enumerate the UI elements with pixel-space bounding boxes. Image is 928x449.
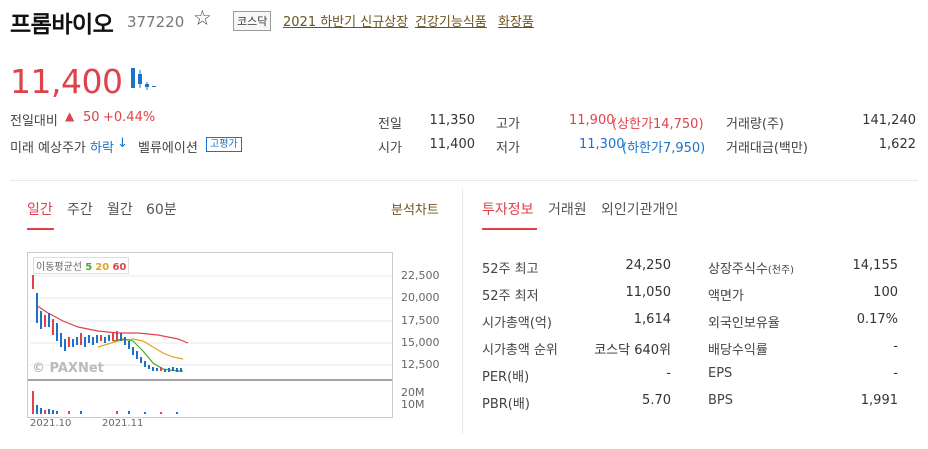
tab-daily[interactable]: 일간 bbox=[27, 199, 53, 219]
info-value: 14,155 bbox=[852, 258, 899, 273]
change-value: 50 bbox=[83, 110, 100, 125]
info-label: EPS bbox=[708, 366, 733, 381]
tag-cosmetics[interactable]: 화장품 bbox=[498, 11, 534, 30]
tag-health-food[interactable]: 건강기능식품 bbox=[415, 11, 487, 30]
tab-60min[interactable]: 60분 bbox=[146, 199, 177, 219]
analysis-chart-link[interactable]: 분석차트 bbox=[391, 199, 439, 218]
info-value: 1,614 bbox=[633, 312, 671, 327]
lower-limit: (하한가7,950) bbox=[622, 141, 706, 156]
favorite-star-icon[interactable]: ☆ bbox=[193, 7, 212, 29]
low-label: 저가 bbox=[496, 141, 520, 156]
paxnet-watermark: © PAXNet bbox=[32, 361, 104, 376]
info-value: 11,050 bbox=[625, 285, 672, 300]
vertical-divider bbox=[462, 188, 463, 434]
info-value: 1,991 bbox=[860, 393, 898, 408]
future-price-label: 미래 예상주가 bbox=[10, 141, 86, 156]
info-label: 시가총액(억) bbox=[482, 316, 552, 331]
volume-label: 거래량(주) bbox=[726, 117, 784, 132]
info-value: - bbox=[666, 366, 671, 381]
ma-legend: 이동평균선 5 20 60 bbox=[33, 257, 130, 274]
volume-value: 141,240 bbox=[862, 113, 916, 128]
tab-weekly[interactable]: 주간 bbox=[67, 199, 93, 219]
info-value: - bbox=[893, 366, 898, 381]
info-label: 배당수익률 bbox=[708, 343, 768, 358]
high-label: 고가 bbox=[496, 117, 520, 132]
change-label: 전일대비 bbox=[10, 114, 58, 129]
info-label: PER(배) bbox=[482, 370, 530, 385]
y-tick-12500: 12,500 bbox=[401, 358, 440, 371]
vol-tick-10m: 10M bbox=[401, 398, 425, 411]
market-tag: 코스닥 bbox=[233, 11, 272, 31]
y-tick-17500: 17,500 bbox=[401, 314, 440, 327]
high-value: 11,900 bbox=[569, 113, 615, 128]
info-value: 24,250 bbox=[625, 258, 672, 273]
y-tick-15000: 15,000 bbox=[401, 336, 440, 349]
mini-candle-chart-icon[interactable] bbox=[130, 66, 160, 92]
change-pct: +0.44% bbox=[103, 110, 156, 125]
trade-amount-value: 1,622 bbox=[878, 137, 916, 152]
info-label: 외국인보유율 bbox=[708, 316, 780, 331]
change-up-arrow-icon: ▲ bbox=[65, 109, 75, 123]
prev-close-label: 전일 bbox=[378, 117, 402, 132]
info-label: 상장주식수(천주) bbox=[708, 262, 795, 277]
info-label: 52주 최저 bbox=[482, 289, 539, 304]
x-tick-2021-10: 2021.10 bbox=[30, 418, 72, 429]
info-value: 100 bbox=[873, 285, 898, 300]
tab-monthly[interactable]: 월간 bbox=[107, 199, 133, 219]
prev-close-value: 11,350 bbox=[429, 113, 476, 128]
info-value: - bbox=[893, 339, 898, 354]
info-value: 0.17% bbox=[856, 312, 898, 327]
current-price: 11,400 bbox=[10, 62, 123, 101]
trade-amount-label: 거래대금(백만) bbox=[726, 141, 808, 156]
info-label: PBR(배) bbox=[482, 397, 530, 412]
ma-label: 이동평균선 bbox=[36, 262, 82, 273]
upper-limit: (상한가14,750) bbox=[612, 117, 704, 132]
future-price-value[interactable]: 하락 bbox=[90, 137, 114, 156]
stock-name: 프롬바이오 bbox=[10, 12, 114, 38]
active-tab-underline bbox=[27, 228, 54, 230]
divider bbox=[10, 180, 918, 181]
info-value: 5.70 bbox=[642, 393, 671, 408]
low-value: 11,300 bbox=[579, 137, 625, 152]
tab-investment-info[interactable]: 투자정보 bbox=[482, 199, 534, 219]
info-value: 코스닥 640위 bbox=[594, 343, 671, 358]
open-label: 시가 bbox=[378, 141, 402, 156]
info-label: 시가총액 순위 bbox=[482, 343, 558, 358]
stock-code: 377220 bbox=[127, 13, 185, 31]
tab-brokers[interactable]: 거래원 bbox=[548, 199, 587, 219]
ma-20-label: 20 bbox=[95, 262, 110, 273]
open-value: 11,400 bbox=[429, 137, 476, 152]
ma-60-label: 60 bbox=[112, 262, 127, 273]
info-tab-underline bbox=[482, 228, 537, 230]
y-tick-22500: 22,500 bbox=[401, 269, 440, 282]
tab-foreign-institution[interactable]: 외인기관개인 bbox=[601, 199, 678, 219]
tag-new-listing[interactable]: 2021 하반기 신규상장 bbox=[283, 11, 408, 30]
price-chart[interactable]: 이동평균선 5 20 60 22,500 20,000 17,500 15,00… bbox=[27, 252, 440, 418]
y-tick-20000: 20,000 bbox=[401, 291, 440, 304]
ma-5-label: 5 bbox=[85, 262, 93, 273]
info-label: 52주 최고 bbox=[482, 262, 539, 277]
x-tick-2021-11: 2021.11 bbox=[102, 418, 144, 429]
valuation-badge[interactable]: 고평가 bbox=[206, 137, 242, 152]
info-label: 액면가 bbox=[708, 289, 744, 304]
info-label: BPS bbox=[708, 393, 734, 408]
valuation-label: 벨류에이션 bbox=[138, 141, 198, 156]
down-arrow-icon: ↓ bbox=[117, 136, 128, 151]
